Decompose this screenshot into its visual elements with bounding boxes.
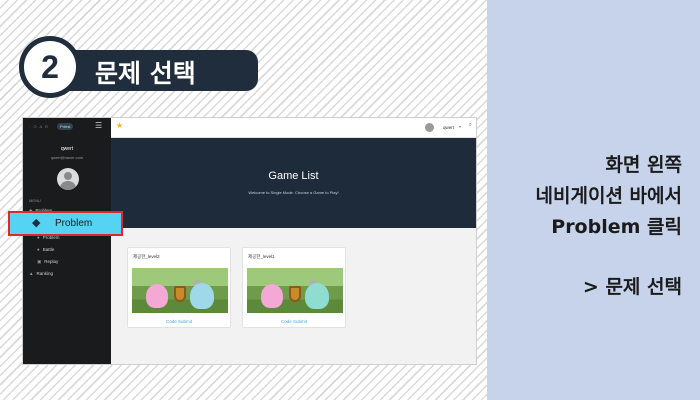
hamburger-menu-icon[interactable]: ☰ bbox=[95, 121, 102, 130]
sidebar-item-ranking[interactable]: ▲ Ranking bbox=[29, 271, 53, 276]
star-icon[interactable]: ★ bbox=[116, 121, 123, 130]
graduation-cap-icon: ◆ bbox=[32, 217, 41, 229]
blue-character bbox=[190, 283, 214, 309]
menu-section-label: MENU bbox=[29, 198, 41, 203]
sidebar: · O A R Prtest ☰ qwert qwert@naver.com M… bbox=[23, 118, 111, 364]
level-badge: Prtest bbox=[57, 123, 74, 130]
instruction-line-3: Problem 클릭 bbox=[551, 216, 682, 238]
app-screenshot: · O A R Prtest ☰ qwert qwert@naver.com M… bbox=[22, 117, 477, 365]
search-icon[interactable]: ⌕ bbox=[469, 122, 472, 129]
pink-character bbox=[146, 284, 168, 308]
instruction-result: > 문제 선택 bbox=[582, 276, 682, 298]
pink-character bbox=[261, 284, 283, 308]
game-card-title: 제공한_level1 bbox=[248, 254, 275, 259]
game-card[interactable]: 제공한_level1 Code Submit bbox=[242, 247, 346, 328]
top-username[interactable]: qwert bbox=[443, 125, 454, 130]
user-icon: ● bbox=[37, 247, 40, 252]
chevron-down-icon[interactable]: ▾ bbox=[459, 124, 461, 129]
shield-icon bbox=[289, 286, 301, 302]
game-card-image bbox=[247, 268, 343, 313]
instruction-line-2: 네비게이션 바에서 bbox=[535, 185, 682, 207]
instruction-panel: 화면 왼쪽 네비게이션 바에서 Problem 클릭 > 문제 선택 bbox=[487, 0, 700, 400]
step-title: 문제 선택 bbox=[95, 59, 196, 88]
film-icon: ▣ bbox=[37, 259, 42, 264]
game-card-title: 제공한_level2 bbox=[133, 254, 160, 259]
step-number-badge: 2 bbox=[19, 36, 81, 98]
game-card-image bbox=[132, 268, 228, 313]
problem-highlight[interactable]: ◆ Problem bbox=[8, 211, 123, 236]
app-logo[interactable]: · O A R bbox=[29, 124, 49, 129]
sidebar-item-battle[interactable]: ● Battle bbox=[37, 247, 54, 252]
game-list-banner: Game List Welcome to Single Mode. Choose… bbox=[111, 138, 476, 228]
sidebar-item-replay[interactable]: ▣ Replay bbox=[37, 259, 58, 265]
page-subtitle: Welcome to Single Mode. Choose a Game to… bbox=[248, 190, 339, 195]
instruction-line-1: 화면 왼쪽 bbox=[605, 154, 682, 176]
sidebar-username: qwert bbox=[60, 146, 74, 152]
top-avatar[interactable] bbox=[425, 123, 434, 132]
teal-character bbox=[305, 283, 329, 309]
page-title: Game List bbox=[268, 170, 319, 182]
avatar bbox=[57, 168, 79, 190]
game-card[interactable]: 제공한_level2 Code Submit bbox=[127, 247, 231, 328]
code-submit-button[interactable]: Code Submit bbox=[128, 319, 230, 324]
highlight-label: Problem bbox=[55, 218, 93, 229]
thumbs-up-icon: ▲ bbox=[29, 271, 34, 276]
sidebar-email: qwert@naver.com bbox=[50, 155, 84, 160]
code-submit-button[interactable]: Code Submit bbox=[243, 319, 345, 324]
top-bar: ★ qwert ▾ ⌕ bbox=[111, 118, 476, 138]
shield-icon bbox=[174, 286, 186, 302]
